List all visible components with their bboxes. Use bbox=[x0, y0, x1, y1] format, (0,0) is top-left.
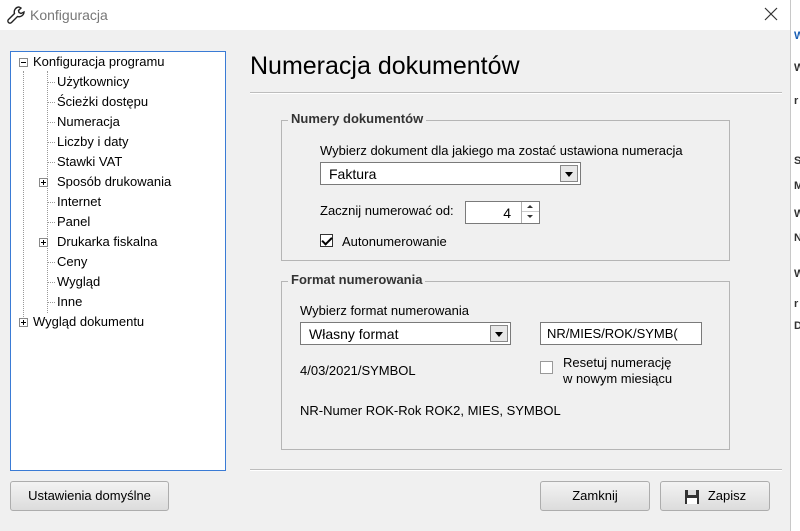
edge-text: W bbox=[794, 62, 800, 74]
tree-connector bbox=[47, 302, 55, 303]
autonumbering-checkbox[interactable] bbox=[320, 234, 333, 247]
reset-monthly-label-line1: Resetuj numerację bbox=[563, 355, 672, 370]
reset-monthly-label-line2: w nowym miesiącu bbox=[563, 371, 673, 386]
autonumbering-label: Autonumerowanie bbox=[342, 234, 447, 249]
bottom-divider bbox=[250, 469, 782, 471]
group-legend: Format numerowania bbox=[288, 272, 426, 287]
edge-text: D bbox=[794, 320, 800, 332]
background-window-edge bbox=[790, 0, 800, 531]
tree-connector bbox=[23, 71, 24, 323]
tree-connector bbox=[47, 282, 55, 283]
tree-item-uzytkownicy[interactable]: Użytkownicy bbox=[57, 73, 129, 91]
tree-item-wyglad[interactable]: Wygląd bbox=[57, 273, 100, 291]
format-preview: 4/03/2021/SYMBOL bbox=[300, 363, 416, 378]
format-select[interactable]: Własny format bbox=[300, 322, 511, 345]
tree-item-internet[interactable]: Internet bbox=[57, 193, 101, 211]
save-button[interactable]: Zapisz bbox=[660, 481, 770, 511]
title-divider bbox=[250, 92, 782, 94]
tree-item-liczby-i-daty[interactable]: Liczby i daty bbox=[57, 133, 129, 151]
chevron-down-icon[interactable] bbox=[490, 325, 508, 342]
tree-item-drukarka-fiskalna[interactable]: Drukarka fiskalna bbox=[57, 233, 157, 251]
tree-connector bbox=[47, 82, 55, 83]
format-value: Własny format bbox=[309, 326, 399, 342]
defaults-button[interactable]: Ustawienia domyślne bbox=[10, 481, 169, 511]
tree-item-sciezki-dostepu[interactable]: Ścieżki dostępu bbox=[57, 93, 148, 111]
tree-connector bbox=[47, 202, 55, 203]
decrement-icon[interactable] bbox=[522, 212, 539, 222]
collapse-icon[interactable] bbox=[19, 58, 28, 67]
group-legend: Numery dokumentów bbox=[288, 111, 427, 126]
expand-icon[interactable] bbox=[19, 318, 28, 327]
page-title: Numeracja dokumentów bbox=[250, 52, 520, 80]
wrench-icon bbox=[7, 6, 25, 24]
tree-connector bbox=[47, 162, 55, 163]
tree-item-stawki-vat[interactable]: Stawki VAT bbox=[57, 153, 122, 171]
edge-text: W bbox=[794, 268, 800, 280]
expand-icon[interactable] bbox=[39, 238, 48, 247]
chevron-down-icon[interactable] bbox=[560, 165, 578, 182]
tree-item-inne[interactable]: Inne bbox=[57, 293, 82, 311]
tree-connector bbox=[47, 142, 55, 143]
save-label: Zapisz bbox=[707, 488, 747, 503]
title-bar: Konfiguracja bbox=[0, 0, 790, 30]
close-icon[interactable] bbox=[762, 5, 780, 23]
edge-text: W bbox=[794, 208, 800, 220]
close-button[interactable]: Zamknij bbox=[540, 481, 650, 511]
format-legend-hint: NR-Numer ROK-Rok ROK2, MIES, SYMBOL bbox=[300, 403, 561, 418]
document-type-value: Faktura bbox=[329, 166, 377, 182]
expand-icon[interactable] bbox=[39, 178, 48, 187]
tree-item-numeracja[interactable]: Numeracja bbox=[57, 113, 120, 131]
start-number-stepper[interactable]: 4 bbox=[465, 201, 540, 224]
edge-text: r bbox=[794, 298, 799, 310]
tree-connector bbox=[47, 71, 48, 313]
tree-connector bbox=[47, 102, 55, 103]
increment-icon[interactable] bbox=[522, 202, 539, 212]
edge-text: S bbox=[794, 155, 800, 167]
format-pattern-input[interactable]: NR/MIES/ROK/SYMB( bbox=[540, 322, 702, 345]
floppy-disk-icon bbox=[684, 489, 699, 504]
settings-tree[interactable]: Konfiguracja programu Użytkownicy Ścieżk… bbox=[10, 51, 226, 471]
reset-monthly-checkbox[interactable] bbox=[540, 361, 553, 374]
document-type-select[interactable]: Faktura bbox=[320, 162, 581, 185]
tree-connector bbox=[47, 122, 55, 123]
edge-text: r bbox=[794, 95, 799, 107]
tree-item-panel[interactable]: Panel bbox=[57, 213, 90, 231]
window-title: Konfiguracja bbox=[30, 7, 108, 23]
tree-item-ceny[interactable]: Ceny bbox=[57, 253, 87, 271]
start-number-value: 4 bbox=[503, 205, 511, 221]
edge-text: W bbox=[794, 30, 800, 42]
tree-connector bbox=[47, 222, 55, 223]
start-number-label: Zacznij numerować od: bbox=[320, 203, 454, 218]
tree-item-konfiguracja-programu[interactable]: Konfiguracja programu bbox=[33, 53, 165, 71]
tree-item-sposob-drukowania[interactable]: Sposób drukowania bbox=[57, 173, 171, 191]
tree-connector bbox=[47, 262, 55, 263]
tree-item-wyglad-dokumentu[interactable]: Wygląd dokumentu bbox=[33, 313, 144, 331]
edge-text: N bbox=[794, 232, 800, 244]
edge-text: M bbox=[794, 180, 800, 192]
format-label: Wybierz format numerowania bbox=[300, 303, 469, 318]
document-type-label: Wybierz dokument dla jakiego ma zostać u… bbox=[320, 143, 683, 158]
